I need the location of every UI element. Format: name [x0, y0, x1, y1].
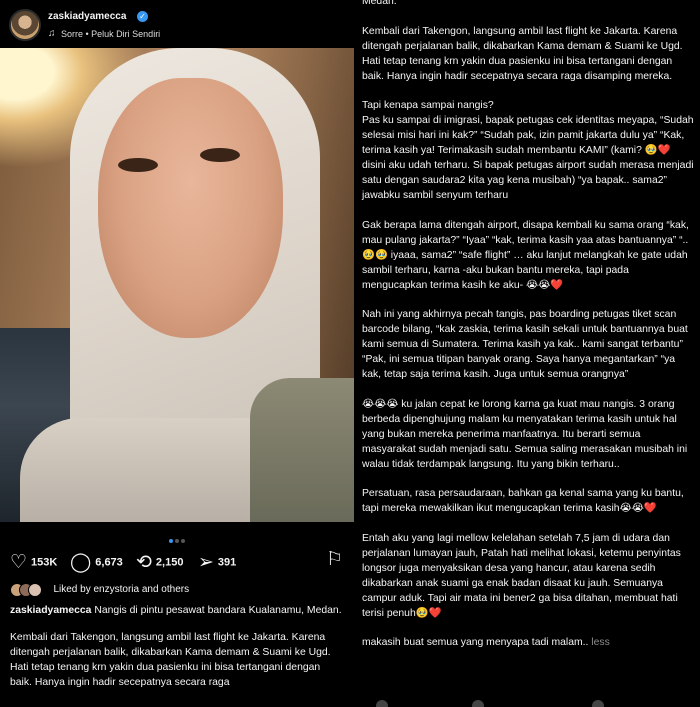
music-note-icon: ♫ [48, 28, 56, 39]
carousel-dot [175, 539, 179, 543]
caption-paragraph: Kembali dari Takengon, langsung ambil la… [362, 25, 683, 82]
repost-icon: ⟲ [136, 552, 152, 573]
caption-paragraph: Tapi kenapa sampai nangis? Pas ku sampai… [362, 100, 694, 201]
repost-button[interactable]: ⟲ 2,150 [136, 551, 183, 574]
verified-badge-icon: ✓ [137, 11, 148, 22]
post-panel: zaskiadyamecca ✓ ♫ Sorre • Peluk Diri Se… [0, 0, 354, 707]
comment-bubble-icon: ◯ [70, 552, 92, 573]
caption-paragraph: Persatuan, rasa persaudaraan, bahkan ga … [362, 488, 684, 514]
jacket [250, 378, 354, 522]
repost-count: 2,150 [155, 556, 184, 569]
bottom-icons-row [354, 696, 700, 707]
liker-avatar [28, 582, 42, 597]
comment-count: 6,673 [95, 556, 123, 569]
liked-by-row[interactable]: Liked by enzystoria and others [10, 581, 189, 599]
caption-paragraph: makasih buat semua yang menyapa tadi mal… [362, 637, 589, 648]
post-header: zaskiadyamecca ✓ ♫ Sorre • Peluk Diri Se… [0, 0, 354, 48]
share-count: 391 [217, 556, 237, 569]
comment-avatar [376, 700, 388, 707]
comment-button[interactable]: ◯ 6,673 [70, 551, 123, 574]
less-link[interactable]: less [591, 637, 609, 648]
carousel-dot [169, 539, 173, 543]
caption-paragraph: Entah aku yang lagi mellow kelelahan set… [362, 532, 681, 619]
expanded-caption-panel: Medan. Kembali dari Takengon, langsung a… [354, 0, 700, 707]
username[interactable]: zaskiadyamecca [48, 11, 126, 22]
right-eye [200, 148, 240, 162]
liked-by-text: Liked by enzystoria and others [53, 584, 190, 596]
comment-avatar [472, 700, 484, 707]
caption: zaskiadyamecca Nangis di pintu pesawat b… [10, 603, 344, 702]
avatar[interactable] [9, 9, 41, 41]
action-bar: ♡ 153K ◯ 6,673 ⟲ 2,150 ➢ 391 [0, 548, 354, 574]
caption-last-line: makasih buat semua yang menyapa tadi mal… [362, 635, 696, 650]
carousel-dots [0, 530, 354, 548]
caption-paragraph: Nah ini yang akhirnya pecah tangis, pas … [362, 309, 688, 380]
left-eye [118, 158, 158, 172]
caption-paragraph: Gak berapa lama ditengah airport, disapa… [362, 219, 689, 291]
face [98, 78, 283, 338]
carousel-dot [181, 539, 185, 543]
caption-paragraph: Kembali dari Takengon, langsung ambil la… [10, 632, 331, 688]
caption-paragraph: 😭😭😭 ku jalan cepat ke lorong karna ga ku… [362, 398, 688, 470]
caption-paragraph: Medan. [362, 0, 397, 7]
expanded-caption: Medan. Kembali dari Takengon, langsung a… [362, 0, 696, 665]
paper-plane-icon: ➢ [198, 552, 214, 573]
like-button[interactable]: ♡ 153K [10, 551, 57, 574]
caption-text: Nangis di pintu pesawat bandara Kualanam… [94, 605, 342, 616]
music-label[interactable]: Sorre • Peluk Diri Sendiri [61, 29, 160, 39]
post-photo[interactable]: 🔇 [0, 48, 354, 522]
bookmark-icon[interactable]: ⚐ [326, 548, 343, 571]
caption-username[interactable]: zaskiadyamecca [10, 605, 91, 616]
share-button[interactable]: ➢ 391 [198, 551, 236, 574]
comment-avatar [592, 700, 604, 707]
like-count: 153K [31, 556, 58, 569]
heart-icon: ♡ [10, 552, 28, 573]
